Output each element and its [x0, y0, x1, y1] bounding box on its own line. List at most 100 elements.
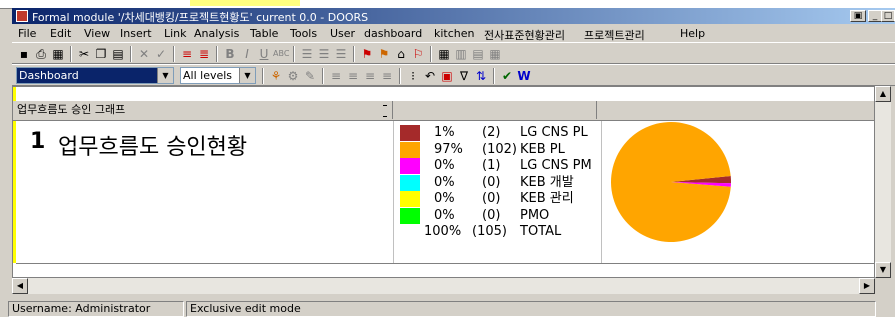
column-header-legend[interactable]	[393, 101, 597, 119]
legend-label: KEB 관리	[520, 191, 574, 206]
legend-percent: 1%	[434, 125, 455, 140]
copy-icon[interactable]: ❐	[93, 46, 109, 62]
menu-link[interactable]: Link	[164, 27, 187, 40]
legend-percent: 0%	[434, 191, 455, 206]
insert-object-icon[interactable]: ≣	[196, 46, 212, 62]
check-icon[interactable]: ✓	[153, 46, 169, 62]
legend-label: KEB PL	[520, 141, 565, 157]
link-arrow-icon[interactable]: ↶	[422, 68, 438, 84]
menu-file[interactable]: File	[18, 27, 36, 40]
legend-total-percent: 100%	[424, 224, 462, 239]
filter-icon[interactable]: ∇	[456, 68, 472, 84]
chevron-down-icon[interactable]: ▼	[239, 68, 255, 83]
legend-item: 97% (102) KEB PL	[400, 141, 600, 158]
separator	[130, 46, 132, 62]
legend-label: KEB 개발	[520, 174, 574, 190]
table-insert-icon[interactable]: ▥	[453, 46, 469, 62]
horizontal-scrollbar[interactable]: ◀ ▶	[12, 278, 875, 294]
vertical-scrollbar[interactable]: ▲ ▼	[875, 86, 891, 278]
outdent-icon[interactable]: ☰	[333, 46, 349, 62]
legend: 1% (2) LG CNS PL 97% (102) KEB PL 0% (1) LG CNS …	[400, 125, 600, 259]
menu-dashboard[interactable]: dashboard	[364, 27, 422, 40]
table-row[interactable]: 1 업무흐름도 승인현황 1% (2) LG CNS PL 97% (102) KEB P…	[16, 121, 874, 264]
legend-percent: 97%	[434, 141, 463, 157]
properties-icon[interactable]: ▦	[50, 46, 66, 62]
print-icon[interactable]: ⎙	[33, 46, 49, 62]
menu-help[interactable]: Help	[680, 27, 705, 40]
separator	[262, 68, 264, 84]
menu-table[interactable]: Table	[250, 27, 278, 40]
delete-icon[interactable]: ✕	[136, 46, 152, 62]
link-start-icon[interactable]: ⚑	[359, 46, 375, 62]
menu-tools[interactable]: Tools	[290, 27, 317, 40]
legend-count: (1)	[482, 158, 501, 173]
menu-kitchen[interactable]: kitchen	[434, 27, 475, 40]
link-end-icon[interactable]: ⚑	[376, 46, 392, 62]
legend-label: PMO	[520, 207, 550, 223]
graph-icon[interactable]: ▣	[439, 68, 455, 84]
legend-item: 0% (1) LG CNS PM	[400, 158, 600, 174]
align-right-icon[interactable]: ≡	[362, 68, 378, 84]
spell-check-icon[interactable]: ✔	[499, 68, 515, 84]
table-column-icon[interactable]: ▤	[470, 46, 486, 62]
column-header-main[interactable]: 업무흐름도 승인 그래프	[13, 101, 393, 119]
legend-percent: 0%	[434, 207, 455, 223]
follow-link-icon[interactable]: ⌂	[393, 46, 409, 62]
scroll-down-button[interactable]: ▼	[875, 262, 891, 278]
filter-objects-icon[interactable]: ⚘	[268, 68, 284, 84]
menu-insert[interactable]: Insert	[120, 27, 152, 40]
level-select[interactable]: All levels ▼	[180, 67, 256, 84]
word-export-icon[interactable]: W	[516, 68, 532, 84]
app-icon-button[interactable]: ▣	[850, 10, 866, 22]
legend-item: 0% (0) KEB 관리	[400, 191, 600, 207]
bullet-list-icon[interactable]: ☰	[299, 46, 315, 62]
menu-standard-status[interactable]: 전사표준현황관리	[484, 27, 565, 43]
underline-icon[interactable]: U	[256, 46, 272, 62]
menu-project-management[interactable]: 프로젝트관리	[584, 27, 645, 43]
align-center-icon[interactable]: ≡	[345, 68, 361, 84]
table-icon[interactable]: ▦	[436, 46, 452, 62]
table-format-icon[interactable]: ▦	[487, 46, 503, 62]
legend-percent: 0%	[434, 158, 455, 173]
column-header-chart[interactable]	[597, 101, 874, 119]
strikethrough-icon[interactable]: ABC	[273, 46, 289, 62]
legend-count: (0)	[482, 207, 501, 223]
menu-user[interactable]: User	[330, 27, 355, 40]
legend-swatch	[400, 158, 420, 174]
menu-edit[interactable]: Edit	[50, 27, 71, 40]
italic-icon[interactable]: I	[239, 46, 255, 62]
insert-heading-icon[interactable]: ≡	[179, 46, 195, 62]
scroll-left-button[interactable]: ◀	[12, 278, 28, 294]
pie-chart	[611, 121, 731, 242]
legend-item: 0% (0) KEB 개발	[400, 174, 600, 191]
separator	[70, 46, 72, 62]
justify-icon[interactable]: ≡	[379, 68, 395, 84]
heading-number: 1	[30, 129, 46, 154]
view-select[interactable]: Dashboard ▼	[16, 67, 174, 84]
cut-icon[interactable]: ✂	[76, 46, 92, 62]
align-left-icon[interactable]: ≡	[328, 68, 344, 84]
indent-icon[interactable]: ☰	[316, 46, 332, 62]
scroll-right-button[interactable]: ▶	[859, 278, 875, 294]
object-edit-icon[interactable]: ✎	[302, 68, 318, 84]
view-toolbar: Dashboard ▼ All levels ▼ ⚘ ⚙ ✎ ≡ ≡ ≡ ≡ ⁝…	[12, 64, 895, 86]
bold-icon[interactable]: B	[222, 46, 238, 62]
separator	[399, 68, 401, 84]
save-icon[interactable]: ▪	[16, 46, 32, 62]
minimize-button[interactable]: _	[868, 10, 882, 22]
paste-icon[interactable]: ▤	[110, 46, 126, 62]
object-icon[interactable]: ⚙	[285, 68, 301, 84]
row-heading-cell[interactable]: 1 업무흐름도 승인현황	[16, 121, 394, 263]
legend-swatch	[400, 174, 420, 191]
link-icon[interactable]: ⚐	[410, 46, 426, 62]
legend-count: (2)	[482, 125, 501, 140]
restore-button[interactable]: □	[881, 10, 895, 22]
legend-count: (0)	[482, 191, 501, 206]
chevron-down-icon[interactable]: ▼	[157, 68, 173, 83]
outline-icon[interactable]: ⁝	[405, 68, 421, 84]
scroll-up-button[interactable]: ▲	[875, 86, 891, 102]
standard-toolbar: ▪ ⎙ ▦ ✂ ❐ ▤ ✕ ✓ ≡ ≣ B I U ABC ☰ ☰ ☰ ⚑ ⚑ …	[12, 42, 895, 64]
sort-icon[interactable]: ⇅	[473, 68, 489, 84]
menu-analysis[interactable]: Analysis	[194, 27, 239, 40]
menu-view[interactable]: View	[84, 27, 110, 40]
